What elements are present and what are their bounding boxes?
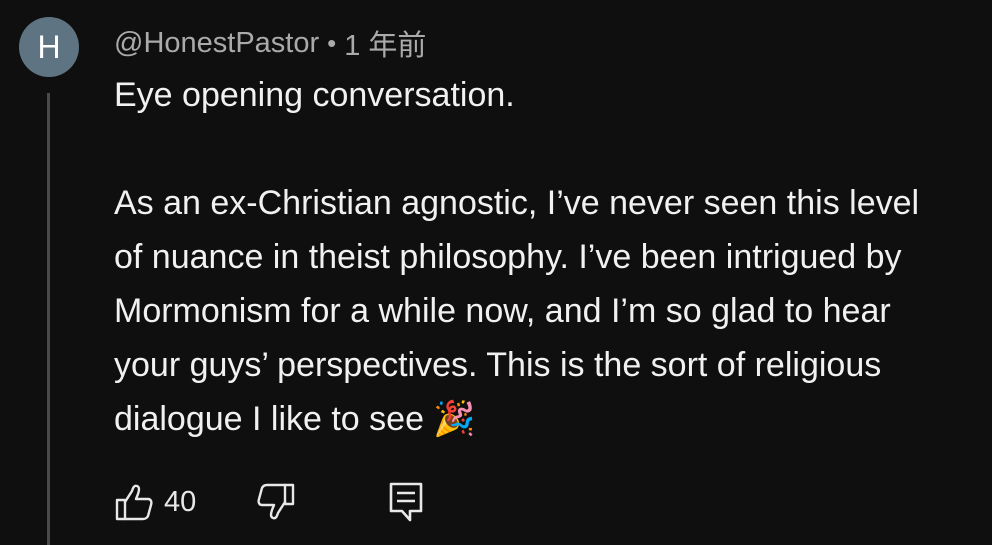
comment-header: @HonestPastor • 1 年前 [114, 22, 426, 64]
comment-card: H @HonestPastor • 1 年前 Eye opening conve… [0, 0, 992, 545]
comment-body: Eye opening conversation. As an ex-Chris… [114, 68, 989, 446]
comment-blank-line [114, 122, 989, 176]
avatar[interactable]: H [19, 17, 79, 77]
comment-reply-icon [388, 481, 424, 523]
comment-timestamp[interactable]: 1 年前 [344, 22, 426, 64]
thumbs-down-icon [256, 482, 296, 522]
dislike-button[interactable] [256, 482, 296, 522]
thumbs-up-icon [114, 482, 154, 522]
meta-separator: • [327, 27, 337, 58]
author-name[interactable]: @HonestPastor [114, 27, 319, 60]
reply-button[interactable] [388, 481, 424, 523]
avatar-letter: H [37, 28, 61, 65]
comment-text-line: Mormonism for a while now, and I’m so gl… [114, 292, 891, 330]
comment-text-line: Eye opening conversation. [114, 76, 515, 114]
like-count: 40 [164, 485, 197, 518]
comment-text-line: of nuance in theist philosophy. I’ve bee… [114, 238, 902, 276]
thread-line [47, 93, 50, 545]
comment-text-line: As an ex-Christian agnostic, I’ve never … [114, 184, 920, 222]
comment-text-line: dialogue I like to see 🎉 [114, 400, 476, 438]
like-button[interactable]: 40 [114, 482, 196, 522]
comment-actions: 40 [114, 480, 424, 524]
comment-text-line: your guys’ perspectives. This is the sor… [114, 346, 882, 384]
